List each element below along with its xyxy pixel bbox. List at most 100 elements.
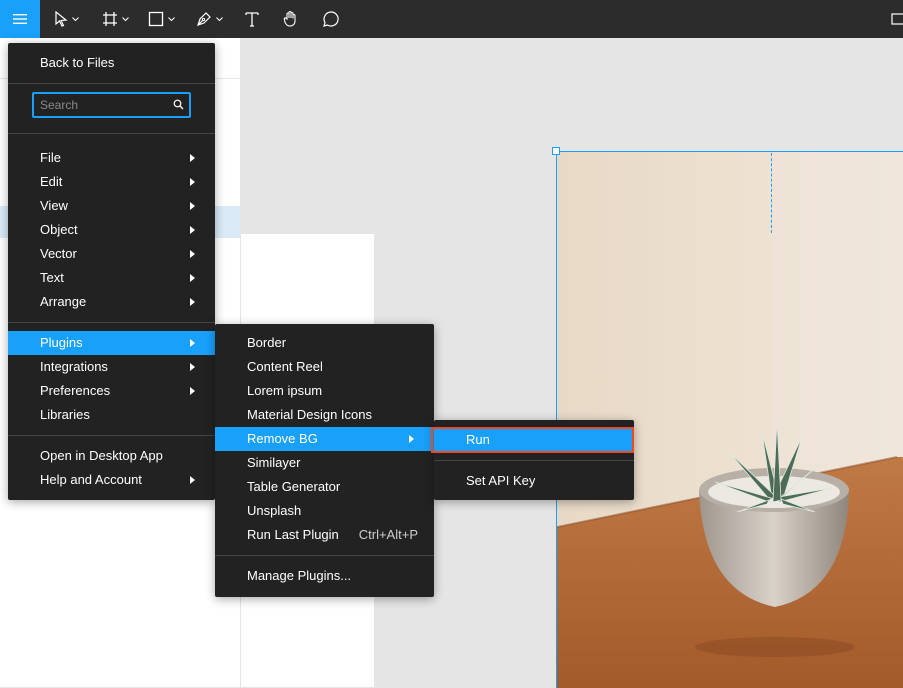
menu-item-open-desktop-app[interactable]: Open in Desktop App <box>8 444 215 468</box>
submenu-arrow-icon <box>190 250 195 258</box>
hamburger-icon <box>13 14 27 24</box>
menu-item-label: Preferences <box>40 383 111 398</box>
plugin-similayer[interactable]: Similayer <box>215 451 434 475</box>
pen-tool-button[interactable] <box>196 0 223 38</box>
menu-item-label: Set API Key <box>466 473 536 488</box>
shortcut-label: Ctrl+Alt+P <box>358 527 418 542</box>
menu-item-label: Content Reel <box>247 359 323 374</box>
plugins-submenu: Border Content Reel Lorem ipsum Material… <box>215 324 434 597</box>
main-menu: Back to Files File Edit View Object Vect… <box>8 43 215 500</box>
run-last-plugin[interactable]: Run Last Plugin Ctrl+Alt+P <box>215 523 434 547</box>
selection-bounds-button[interactable] <box>890 0 903 38</box>
shape-tool-button[interactable] <box>148 0 175 38</box>
comment-tool-icon <box>323 11 339 27</box>
rectangle-tool-icon <box>148 11 164 27</box>
menu-item-label: View <box>40 198 68 213</box>
submenu-arrow-icon <box>190 274 195 282</box>
plugin-table-generator[interactable]: Table Generator <box>215 475 434 499</box>
submenu-arrow-icon <box>190 298 195 306</box>
submenu-arrow-icon <box>190 202 195 210</box>
menu-item-label: Arrange <box>40 294 87 309</box>
menu-item-label: Vector <box>40 246 77 261</box>
submenu-arrow-icon <box>190 226 195 234</box>
resize-handle[interactable] <box>552 147 560 155</box>
menu-item-integrations[interactable]: Integrations <box>8 355 215 379</box>
frame-tool-icon <box>103 12 117 26</box>
text-tool-icon <box>245 12 259 27</box>
move-tool-button[interactable] <box>54 0 79 38</box>
remove-bg-run[interactable]: Run <box>434 428 634 452</box>
search-icon <box>173 99 184 110</box>
remove-bg-submenu: Run Set API Key <box>434 420 634 500</box>
menu-item-back-to-files[interactable]: Back to Files <box>8 51 215 75</box>
menu-item-label: Similayer <box>247 455 301 470</box>
menu-separator <box>8 435 215 436</box>
toolbar <box>0 0 903 38</box>
menu-separator <box>8 133 215 134</box>
menu-item-label: Unsplash <box>247 503 302 518</box>
submenu-arrow-icon <box>190 363 195 371</box>
menu-item-label: Open in Desktop App <box>40 448 163 463</box>
menu-item-label: Material Design Icons <box>247 407 372 422</box>
menu-item-preferences[interactable]: Preferences <box>8 379 215 403</box>
plugin-material-design-icons[interactable]: Material Design Icons <box>215 403 434 427</box>
text-tool-button[interactable] <box>244 0 260 38</box>
plugin-unsplash[interactable]: Unsplash <box>215 499 434 523</box>
plugin-content-reel[interactable]: Content Reel <box>215 355 434 379</box>
measure-guide <box>771 153 772 233</box>
frame-tool-button[interactable] <box>102 0 129 38</box>
submenu-arrow-icon <box>190 476 195 484</box>
plugin-border[interactable]: Border <box>215 331 434 355</box>
submenu-arrow-icon <box>190 387 195 395</box>
chevron-down-icon <box>122 16 129 21</box>
menu-item-label: Manage Plugins... <box>247 568 352 583</box>
menu-item-libraries[interactable]: Libraries <box>8 403 215 427</box>
menu-separator <box>215 555 434 556</box>
manage-plugins[interactable]: Manage Plugins... <box>215 564 434 588</box>
bounds-icon <box>891 13 903 25</box>
comment-tool-button[interactable] <box>322 0 340 38</box>
menu-item-label: Border <box>247 335 287 350</box>
menu-item-object[interactable]: Object <box>8 218 215 242</box>
menu-item-label: File <box>40 150 61 165</box>
chevron-down-icon <box>216 16 223 21</box>
menu-item-label: Run Last Plugin <box>247 527 339 542</box>
remove-bg-set-api-key[interactable]: Set API Key <box>434 469 634 493</box>
submenu-arrow-icon <box>190 178 195 186</box>
main-menu-button[interactable] <box>0 0 40 38</box>
menu-item-label: Text <box>40 270 64 285</box>
search-input[interactable] <box>40 96 160 114</box>
chevron-down-icon <box>168 16 175 21</box>
menu-item-arrange[interactable]: Arrange <box>8 290 215 314</box>
move-tool-icon <box>55 11 68 27</box>
menu-item-edit[interactable]: Edit <box>8 170 215 194</box>
menu-item-label: Table Generator <box>247 479 341 494</box>
submenu-arrow-icon <box>409 435 414 443</box>
menu-item-help-and-account[interactable]: Help and Account <box>8 468 215 492</box>
submenu-arrow-icon <box>190 154 195 162</box>
menu-search-box[interactable] <box>32 92 191 118</box>
menu-item-plugins[interactable]: Plugins <box>8 331 215 355</box>
chevron-down-icon <box>72 16 79 21</box>
menu-item-label: Back to Files <box>40 55 115 70</box>
menu-item-label: Run <box>466 432 490 447</box>
menu-item-label: Remove BG <box>247 431 318 446</box>
menu-item-label: Libraries <box>40 407 90 422</box>
submenu-arrow-icon <box>190 339 195 347</box>
menu-item-label: Integrations <box>40 359 108 374</box>
plugin-lorem-ipsum[interactable]: Lorem ipsum <box>215 379 434 403</box>
menu-item-label: Edit <box>40 174 63 189</box>
menu-item-text[interactable]: Text <box>8 266 215 290</box>
menu-item-vector[interactable]: Vector <box>8 242 215 266</box>
pen-tool-icon <box>197 12 211 26</box>
menu-item-label: Lorem ipsum <box>247 383 323 398</box>
hand-tool-button[interactable] <box>282 0 300 38</box>
menu-separator <box>434 460 634 461</box>
menu-item-view[interactable]: View <box>8 194 215 218</box>
menu-item-label: Help and Account <box>40 472 142 487</box>
menu-item-label: Plugins <box>40 335 83 350</box>
menu-separator <box>8 322 215 323</box>
menu-item-file[interactable]: File <box>8 146 215 170</box>
hand-tool-icon <box>283 10 296 27</box>
plugin-remove-bg[interactable]: Remove BG <box>215 427 434 451</box>
